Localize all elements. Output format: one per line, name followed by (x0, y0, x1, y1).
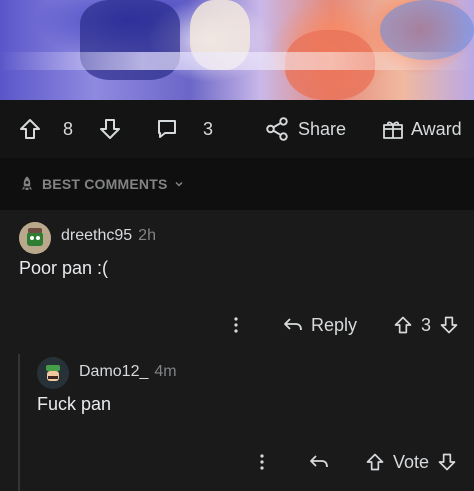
avatar[interactable] (37, 357, 69, 389)
comment-actions: Vote (255, 449, 457, 475)
downvote-button[interactable] (98, 100, 122, 158)
arrow-down-icon[interactable] (439, 315, 459, 335)
rocket-icon (21, 176, 33, 190)
comment-score: 3 (421, 314, 432, 335)
reply-button[interactable]: Reply (283, 315, 357, 336)
more-options-icon[interactable] (229, 314, 243, 336)
vote-control[interactable]: Vote (365, 452, 457, 473)
comment-age: 2h (138, 227, 156, 244)
award-icon (383, 121, 403, 139)
more-options-icon[interactable] (255, 451, 269, 473)
comment-author[interactable]: dreethc95 (61, 227, 132, 244)
arrow-up-icon[interactable] (365, 452, 385, 472)
reply-icon (284, 318, 302, 331)
comment-icon (158, 120, 176, 138)
arrow-up-icon (20, 119, 40, 139)
vote-count: 8 (63, 118, 74, 139)
comment-age: 4m (154, 363, 177, 380)
award-button[interactable]: Award (381, 100, 462, 158)
comments-button[interactable] (155, 100, 179, 158)
thread-line[interactable] (18, 354, 20, 491)
comment-body: Poor pan :( (19, 258, 109, 278)
post-image[interactable] (0, 0, 474, 100)
reply-icon[interactable] (309, 453, 329, 471)
comments-section: dreethc95 2h Poor pan :( Reply 3 Damo12_… (0, 210, 474, 491)
comment-count: 3 (203, 118, 214, 139)
comment-author-line: dreethc95 2h (61, 227, 156, 245)
award-label: Award (411, 118, 462, 139)
upvote-button[interactable] (18, 100, 42, 158)
reply-label: Reply (311, 314, 358, 335)
arrow-down-icon (100, 119, 120, 139)
avatar[interactable] (19, 222, 51, 254)
chevron-down-icon (174, 181, 183, 187)
comment-author-line: Damo12_ 4m (79, 363, 177, 381)
post-action-bar: 8 3 Share Award (0, 100, 474, 158)
share-icon (266, 117, 288, 141)
share-label: Share (298, 118, 347, 139)
comment-sort-dropdown[interactable]: BEST COMMENTS (0, 158, 474, 210)
arrow-down-icon[interactable] (437, 452, 457, 472)
image-shape (380, 0, 474, 60)
vote-label: Vote (393, 451, 430, 472)
sort-label: BEST COMMENTS (42, 176, 168, 192)
arrow-up-icon[interactable] (393, 315, 413, 335)
image-shape (0, 52, 474, 70)
share-button[interactable]: Share (264, 100, 346, 158)
comment-author[interactable]: Damo12_ (79, 363, 148, 380)
comment-actions: Reply 3 (229, 312, 459, 338)
comment-body: Fuck pan (37, 394, 112, 414)
